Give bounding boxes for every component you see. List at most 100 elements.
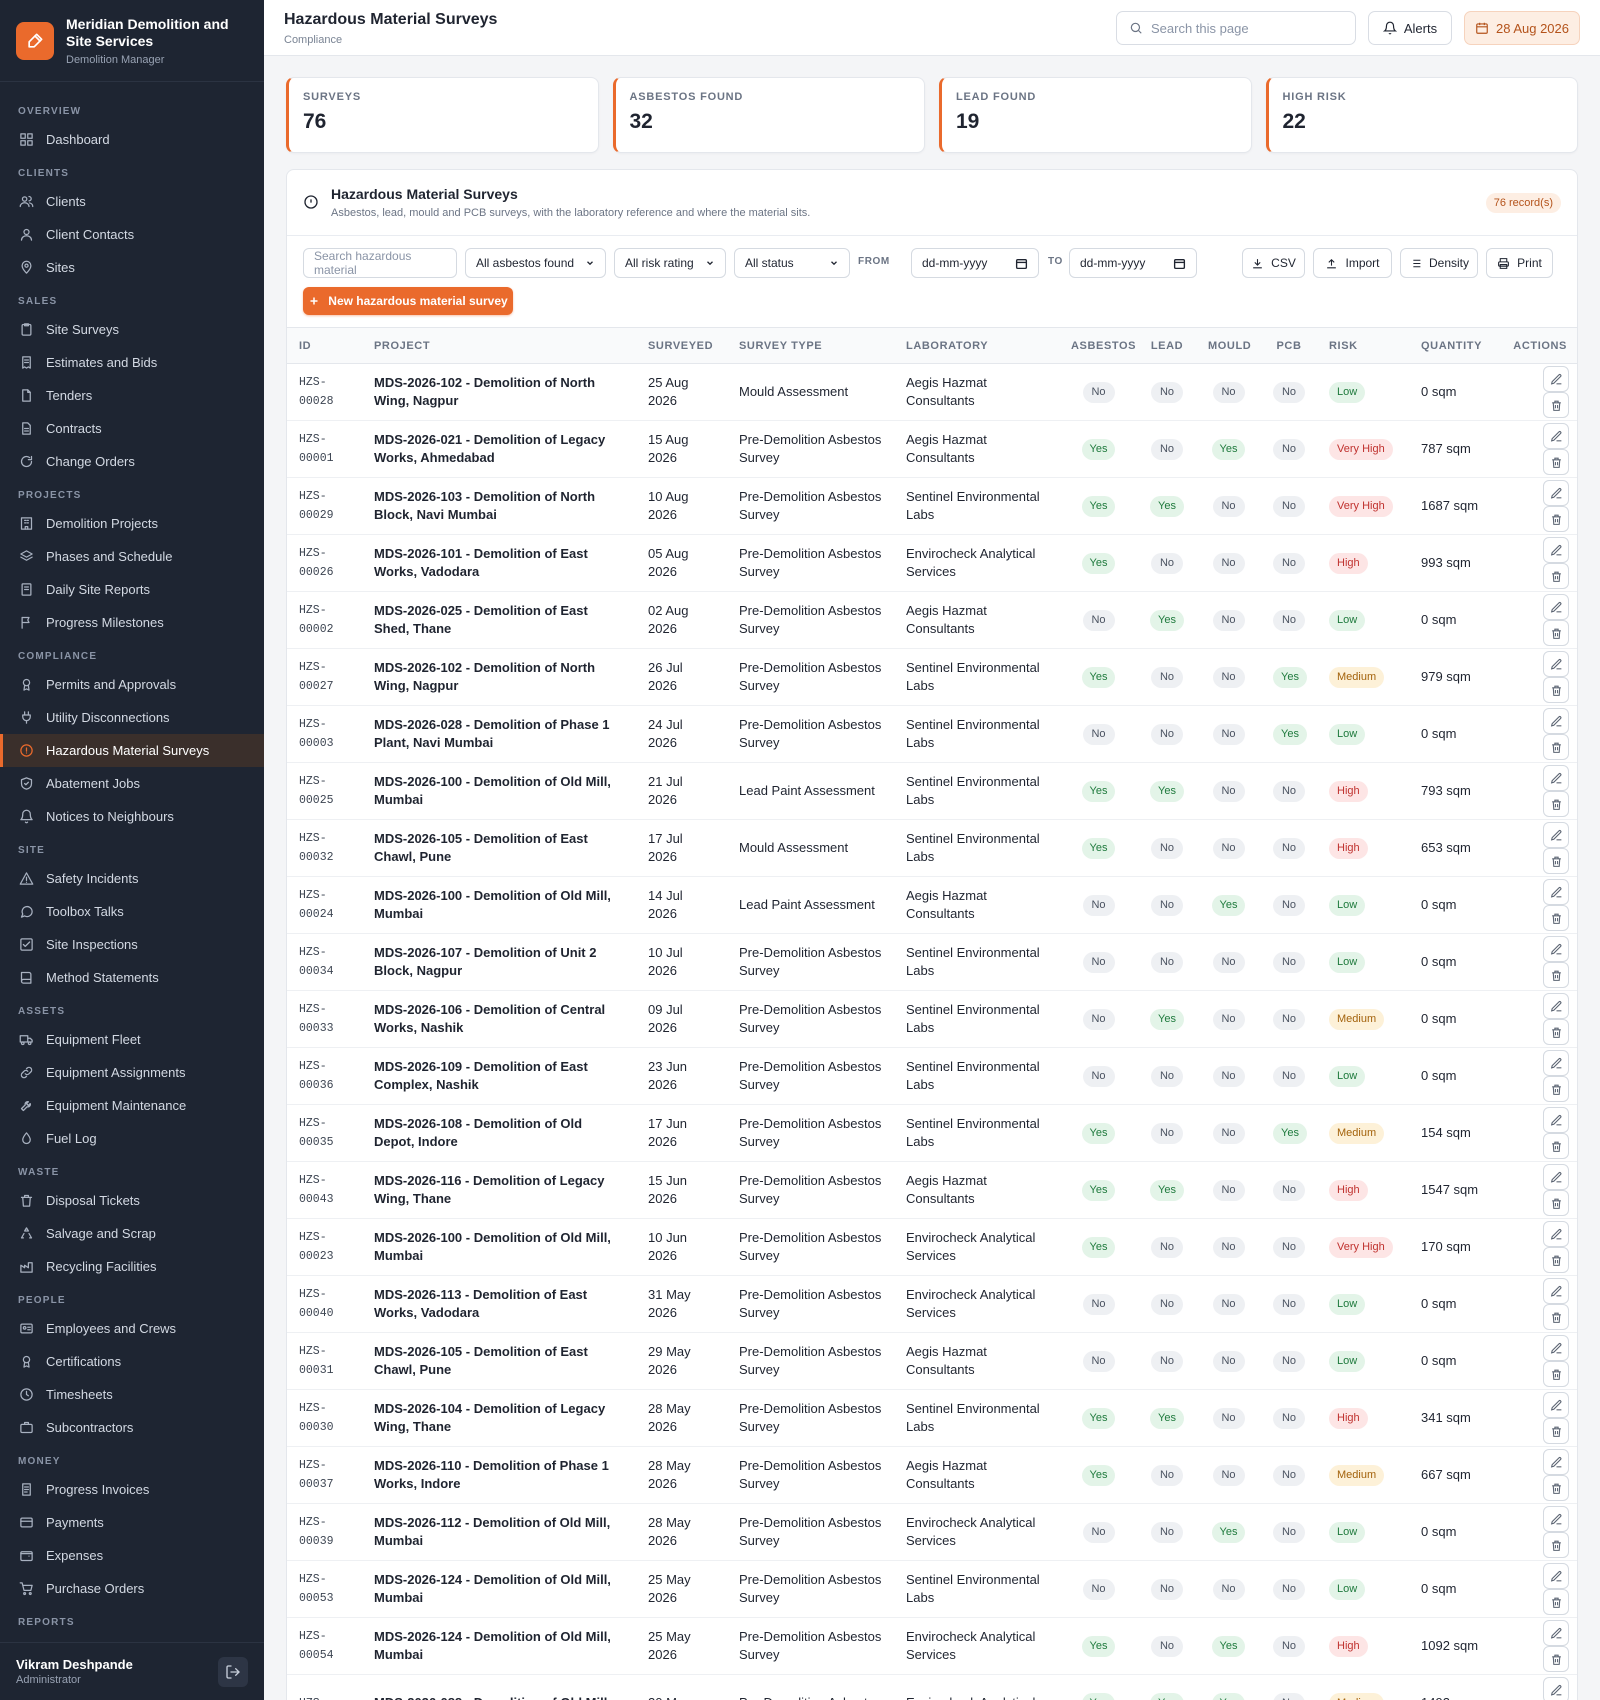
delete-button[interactable] [1543, 1475, 1569, 1501]
sidebar-item-equipment-maintenance[interactable]: Equipment Maintenance [0, 1089, 264, 1122]
table-row[interactable]: HZS-00029 MDS-2026-103 - Demolition of No… [287, 477, 1577, 535]
sidebar-item-expenses[interactable]: Expenses [0, 1539, 264, 1572]
table-row[interactable]: HZS-00037 MDS-2026-110 - Demolition of Ph… [287, 1446, 1577, 1504]
edit-button[interactable] [1543, 366, 1569, 392]
sidebar-item-toolbox-talks[interactable]: Toolbox Talks [0, 895, 264, 928]
edit-button[interactable] [1543, 537, 1569, 563]
delete-button[interactable] [1543, 1589, 1569, 1615]
delete-button[interactable] [1543, 962, 1569, 988]
sidebar-item-notices-to-neighbours[interactable]: Notices to Neighbours [0, 800, 264, 833]
table-row[interactable]: HZS-00053 MDS-2026-124 - Demolition of Ol… [287, 1560, 1577, 1618]
sidebar-item-dashboard[interactable]: Dashboard [0, 123, 264, 156]
delete-button[interactable] [1543, 620, 1569, 646]
table-row[interactable]: HZS-MDS-2026-088 - Demolition of Old Mil… [287, 1674, 1577, 1700]
sidebar-item-subcontractors[interactable]: Subcontractors [0, 1411, 264, 1444]
sidebar-item-equipment-fleet[interactable]: Equipment Fleet [0, 1023, 264, 1056]
delete-button[interactable] [1543, 1361, 1569, 1387]
import-button[interactable]: Import [1313, 248, 1392, 278]
column-header-laboratory[interactable]: LABORATORY [894, 327, 1059, 364]
risk-filter-select[interactable]: All risk rating [614, 248, 726, 278]
sidebar-item-method-statements[interactable]: Method Statements [0, 961, 264, 994]
sidebar-item-site-inspections[interactable]: Site Inspections [0, 928, 264, 961]
delete-button[interactable] [1543, 392, 1569, 418]
delete-button[interactable] [1543, 1133, 1569, 1159]
sidebar-item-phases-and-schedule[interactable]: Phases and Schedule [0, 540, 264, 573]
edit-button[interactable] [1543, 765, 1569, 791]
table-row[interactable]: HZS-00023 MDS-2026-100 - Demolition of Ol… [287, 1218, 1577, 1276]
delete-button[interactable] [1543, 734, 1569, 760]
table-row[interactable]: HZS-00036 MDS-2026-109 - Demolition of Ea… [287, 1047, 1577, 1105]
date-button[interactable]: 28 Aug 2026 [1464, 11, 1580, 45]
sidebar-item-salvage-and-scrap[interactable]: Salvage and Scrap [0, 1217, 264, 1250]
delete-button[interactable] [1543, 791, 1569, 817]
edit-button[interactable] [1543, 423, 1569, 449]
delete-button[interactable] [1543, 905, 1569, 931]
table-row[interactable]: HZS-00039 MDS-2026-112 - Demolition of Ol… [287, 1503, 1577, 1561]
sidebar-item-certifications[interactable]: Certifications [0, 1345, 264, 1378]
edit-button[interactable] [1543, 1677, 1569, 1700]
edit-button[interactable] [1543, 936, 1569, 962]
delete-button[interactable] [1543, 1247, 1569, 1273]
alerts-button[interactable]: Alerts [1368, 11, 1452, 45]
column-header-asbestos[interactable]: ASBESTOS [1059, 327, 1138, 364]
to-date-input[interactable]: dd-mm-yyyy [1069, 248, 1197, 278]
edit-button[interactable] [1543, 879, 1569, 905]
sidebar-item-tenders[interactable]: Tenders [0, 379, 264, 412]
column-header-mould[interactable]: MOULD [1196, 327, 1261, 364]
edit-button[interactable] [1543, 1107, 1569, 1133]
sidebar-item-progress-milestones[interactable]: Progress Milestones [0, 606, 264, 639]
edit-button[interactable] [1543, 1392, 1569, 1418]
sidebar-item-contracts[interactable]: Contracts [0, 412, 264, 445]
table-row[interactable]: HZS-00002 MDS-2026-025 - Demolition of Ea… [287, 591, 1577, 649]
sidebar-item-hazardous-material-surveys[interactable]: Hazardous Material Surveys [0, 734, 264, 767]
sidebar-item-timesheets[interactable]: Timesheets [0, 1378, 264, 1411]
table-row[interactable]: HZS-00003 MDS-2026-028 - Demolition of Ph… [287, 705, 1577, 763]
edit-button[interactable] [1543, 480, 1569, 506]
sidebar-item-clients[interactable]: Clients [0, 185, 264, 218]
column-header-quantity[interactable]: QUANTITY [1409, 327, 1501, 364]
from-date-input[interactable]: dd-mm-yyyy [911, 248, 1039, 278]
table-row[interactable]: HZS-00001 MDS-2026-021 - Demolition of Le… [287, 420, 1577, 478]
edit-button[interactable] [1543, 594, 1569, 620]
delete-button[interactable] [1543, 1646, 1569, 1672]
table-row[interactable]: HZS-00054 MDS-2026-124 - Demolition of Ol… [287, 1617, 1577, 1675]
table-row[interactable]: HZS-00025 MDS-2026-100 - Demolition of Ol… [287, 762, 1577, 820]
edit-button[interactable] [1543, 1563, 1569, 1589]
table-row[interactable]: HZS-00040 MDS-2026-113 - Demolition of Ea… [287, 1275, 1577, 1333]
edit-button[interactable] [1543, 1278, 1569, 1304]
delete-button[interactable] [1543, 449, 1569, 475]
edit-button[interactable] [1543, 708, 1569, 734]
delete-button[interactable] [1543, 1304, 1569, 1330]
hazard-search-input[interactable]: Search hazardous material [303, 248, 457, 278]
sidebar-item-client-contacts[interactable]: Client Contacts [0, 218, 264, 251]
density-button[interactable]: Density [1400, 248, 1478, 278]
logout-button[interactable] [218, 1656, 248, 1687]
edit-button[interactable] [1543, 651, 1569, 677]
edit-button[interactable] [1543, 822, 1569, 848]
table-row[interactable]: HZS-00028 MDS-2026-102 - Demolition of No… [287, 363, 1577, 421]
delete-button[interactable] [1543, 677, 1569, 703]
delete-button[interactable] [1543, 1076, 1569, 1102]
table-row[interactable]: HZS-00032 MDS-2026-105 - Demolition of Ea… [287, 819, 1577, 877]
table-row[interactable]: HZS-00035 MDS-2026-108 - Demolition of Ol… [287, 1104, 1577, 1162]
column-header-survey-type[interactable]: SURVEY TYPE [727, 327, 894, 364]
sidebar-item-demolition-projects[interactable]: Demolition Projects [0, 507, 264, 540]
csv-button[interactable]: CSV [1242, 248, 1305, 278]
sidebar-item-safety-incidents[interactable]: Safety Incidents [0, 862, 264, 895]
delete-button[interactable] [1543, 1019, 1569, 1045]
table-row[interactable]: HZS-00026 MDS-2026-101 - Demolition of Ea… [287, 534, 1577, 592]
delete-button[interactable] [1543, 1190, 1569, 1216]
delete-button[interactable] [1543, 563, 1569, 589]
column-header-id[interactable]: ID [287, 327, 362, 364]
new-survey-button[interactable]: New hazardous material survey [303, 287, 513, 315]
sidebar-item-permits-and-approvals[interactable]: Permits and Approvals [0, 668, 264, 701]
sidebar-item-site-surveys[interactable]: Site Surveys [0, 313, 264, 346]
sidebar-item-fuel-log[interactable]: Fuel Log [0, 1122, 264, 1155]
column-header-pcb[interactable]: PCB [1261, 327, 1317, 364]
column-header-actions[interactable]: ACTIONS [1501, 327, 1577, 364]
table-row[interactable]: HZS-00031 MDS-2026-105 - Demolition of Ea… [287, 1332, 1577, 1390]
asbestos-filter-select[interactable]: All asbestos found [465, 248, 606, 278]
sidebar-item-sites[interactable]: Sites [0, 251, 264, 284]
table-row[interactable]: HZS-00027 MDS-2026-102 - Demolition of No… [287, 648, 1577, 706]
edit-button[interactable] [1543, 1164, 1569, 1190]
